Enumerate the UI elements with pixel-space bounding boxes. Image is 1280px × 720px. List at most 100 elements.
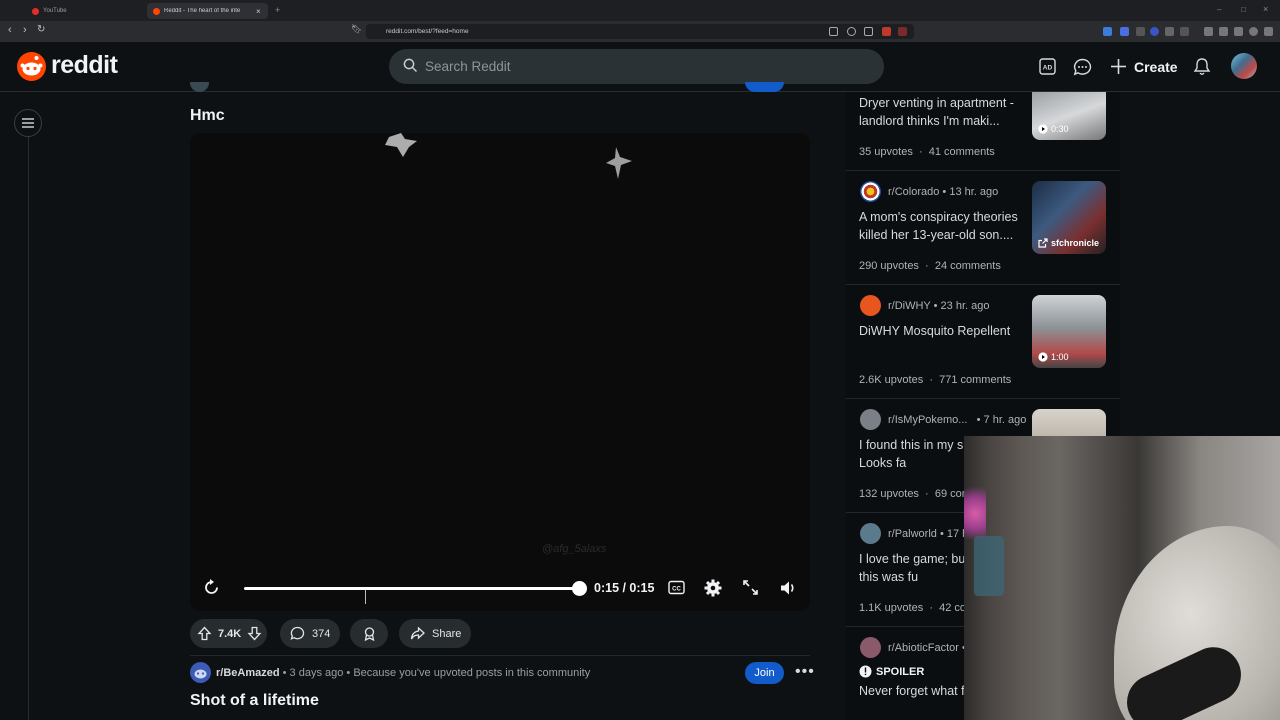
share-button[interactable]: Share: [399, 619, 471, 648]
video-duration-badge: 1:00: [1038, 352, 1069, 362]
tab-reddit[interactable]: Reddit - The heart of the inte ×: [147, 3, 268, 19]
svg-text:CC: CC: [672, 587, 681, 593]
join-button[interactable]: Join: [745, 662, 784, 684]
reddit-favicon-icon: [153, 7, 160, 15]
tab-youtube[interactable]: YouTube: [26, 3, 144, 19]
notifications-bell-icon[interactable]: [1193, 57, 1211, 81]
sidebar-post-title[interactable]: Dryer venting in apartment - landlord th…: [859, 95, 1024, 130]
sidebar-divider: [846, 284, 1120, 285]
tab-close-icon[interactable]: ×: [256, 7, 261, 16]
sidebar-divider: [28, 137, 29, 720]
progress-hover-marker: [365, 590, 366, 604]
spoiler-icon: [859, 665, 872, 678]
extension-shield-icon[interactable]: [882, 27, 891, 36]
subreddit-icon[interactable]: [860, 523, 881, 544]
sidebar-divider: [846, 398, 1120, 399]
close-window-icon[interactable]: ×: [1263, 4, 1268, 14]
extension-link-icon[interactable]: [1136, 27, 1145, 36]
new-tab-icon[interactable]: +: [275, 5, 280, 15]
sidebar-post-thumbnail[interactable]: 1:00: [1032, 295, 1106, 368]
reddit-wordmark[interactable]: reddit: [51, 51, 118, 80]
sidebar-post-subreddit: r/DiWHY • 23 hr. ago: [888, 300, 990, 312]
play-icon: [1038, 124, 1048, 134]
user-avatar[interactable]: [1231, 53, 1257, 79]
back-icon[interactable]: ‹: [8, 24, 12, 36]
downvote-icon[interactable]: [247, 626, 262, 641]
vote-count: 7.4K: [218, 627, 242, 640]
extension-box-icon[interactable]: [1180, 27, 1189, 36]
sidebar-post-thumbnail[interactable]: 0:30: [1032, 92, 1106, 140]
subreddit-icon[interactable]: [860, 637, 881, 658]
video-progress-handle[interactable]: [572, 581, 587, 596]
search-placeholder: Search Reddit: [425, 59, 511, 74]
subreddit-icon[interactable]: [860, 295, 881, 316]
post-title[interactable]: Hmc: [190, 107, 225, 125]
youtube-favicon-icon: [32, 7, 39, 15]
video-watermark: @afg_5alaxs: [542, 543, 607, 555]
subreddit-avatar[interactable]: [190, 662, 211, 683]
browser-toolbar: ‹ › ↻ 🔖︎ reddit.com/best/?feed=home: [0, 21, 1280, 42]
wallet-icon[interactable]: [1219, 27, 1228, 36]
sidebar-post-stats: 2.6K upvotes · 771 comments: [859, 374, 1012, 386]
extension-circle-icon[interactable]: [1150, 27, 1159, 36]
extension-flag-icon[interactable]: [1120, 27, 1129, 36]
upvote-icon[interactable]: [197, 626, 212, 641]
replay-icon[interactable]: [202, 578, 221, 602]
video-progress-bar[interactable]: [244, 587, 580, 590]
forward-icon[interactable]: ›: [23, 24, 27, 36]
zoom-icon[interactable]: [847, 27, 856, 36]
video-frame-shape: [606, 147, 632, 179]
create-plus-icon[interactable]: [1110, 58, 1127, 80]
advertise-icon[interactable]: AD: [1039, 58, 1056, 80]
browser-menu-icon[interactable]: [1264, 27, 1273, 36]
post-meta: • 3 days ago • Because you've upvoted po…: [282, 667, 591, 679]
comment-count: 374: [312, 627, 331, 640]
vpn-icon[interactable]: [1249, 27, 1258, 36]
reddit-logo-icon[interactable]: [17, 52, 46, 81]
sidebar-post-stats: 35 upvotes · 41 comments: [859, 146, 995, 158]
more-options-icon[interactable]: •••: [795, 663, 815, 681]
comments-button[interactable]: 374: [280, 619, 340, 648]
extension-lock-icon[interactable]: [1103, 27, 1112, 36]
subreddit-icon[interactable]: [860, 181, 881, 202]
chat-icon[interactable]: [1073, 58, 1092, 81]
next-post-title[interactable]: Shot of a lifetime: [190, 692, 319, 710]
sidebar-post-title[interactable]: A mom's conspiracy theories killed her 1…: [859, 209, 1024, 244]
hamburger-icon: [22, 118, 34, 128]
minimize-icon[interactable]: –: [1217, 5, 1221, 14]
menu-button[interactable]: [14, 109, 42, 137]
spoiler-tag: SPOILER: [859, 665, 924, 678]
sidebar-post-title[interactable]: DiWHY Mosquito Repellent: [859, 323, 1024, 341]
sidebar-post-thumbnail[interactable]: [1032, 409, 1106, 436]
captions-icon[interactable]: CC: [667, 578, 686, 602]
sidebar-toggle-icon[interactable]: [1204, 27, 1213, 36]
sidebar-post-thumbnail[interactable]: sfchronicle: [1032, 181, 1106, 254]
reload-icon[interactable]: ↻: [37, 24, 45, 35]
comment-icon: [290, 626, 305, 640]
settings-gear-icon[interactable]: [703, 578, 723, 603]
maximize-icon[interactable]: □: [1241, 5, 1246, 14]
page-action-icon[interactable]: [829, 27, 838, 36]
webcam-object: [974, 536, 1004, 596]
extension-puzzle-icon[interactable]: [1165, 27, 1174, 36]
sidebar-post-subreddit: r/IsMyPokemo... • 7 hr. ago: [888, 414, 1027, 426]
post-divider: [190, 655, 810, 656]
post-join-button[interactable]: [745, 82, 784, 92]
bookmark-icon[interactable]: 🔖︎: [351, 24, 362, 35]
subreddit-icon[interactable]: [860, 409, 881, 430]
link-source-badge: sfchronicle: [1038, 238, 1099, 248]
share-page-icon[interactable]: [864, 27, 873, 36]
create-button[interactable]: Create: [1134, 59, 1178, 75]
video-player[interactable]: @afg_5alaxs: [190, 133, 810, 611]
volume-icon[interactable]: [778, 578, 798, 603]
share-label: Share: [432, 627, 462, 640]
extension-triangle-icon[interactable]: [898, 27, 907, 36]
sidebar-post-subreddit: r/AbioticFactor •: [888, 642, 966, 654]
fullscreen-icon[interactable]: [741, 578, 760, 602]
sidebar-post-subreddit: r/Palworld • 17 h: [888, 528, 969, 540]
next-post-header: r/BeAmazed • 3 days ago • Because you've…: [216, 667, 590, 679]
tab-title: YouTube: [43, 8, 67, 14]
leo-icon[interactable]: [1234, 27, 1243, 36]
award-button[interactable]: [350, 619, 388, 648]
subreddit-link[interactable]: r/BeAmazed: [216, 667, 280, 679]
